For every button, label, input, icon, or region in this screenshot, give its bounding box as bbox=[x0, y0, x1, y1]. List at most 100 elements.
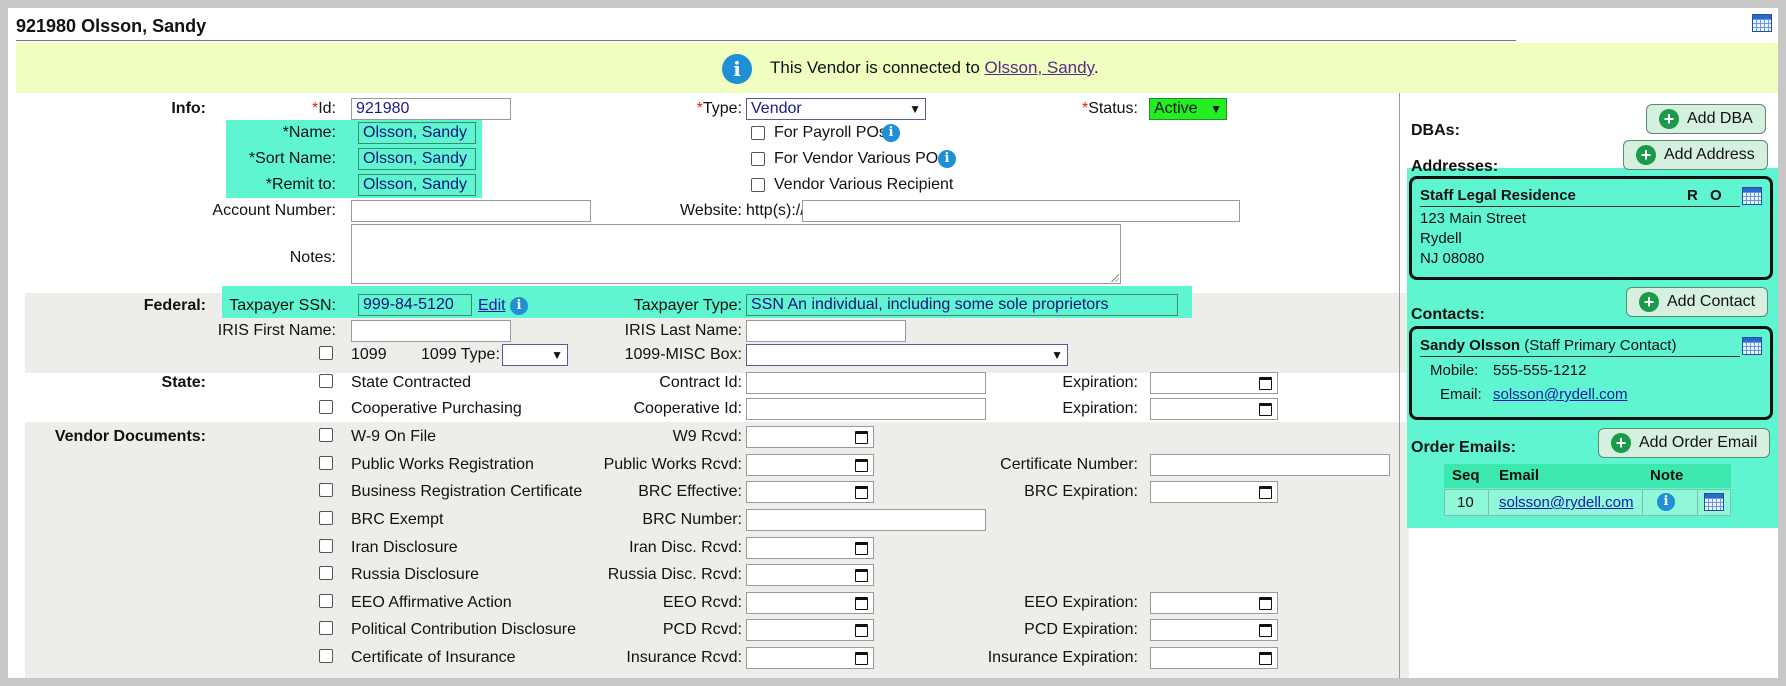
calendar-icon[interactable] bbox=[1259, 652, 1272, 665]
calendar-icon[interactable] bbox=[855, 597, 868, 610]
table-row[interactable]: 10 solsson@rydell.com i bbox=[1444, 489, 1731, 516]
info-icon[interactable]: i bbox=[882, 124, 900, 142]
vendor-various-recipient-checkbox[interactable] bbox=[751, 178, 765, 192]
for-vendor-various-checkbox[interactable] bbox=[751, 152, 765, 166]
contact-email-link[interactable]: solsson@rydell.com bbox=[1493, 385, 1627, 405]
type-select[interactable]: Vendor ▼ bbox=[746, 98, 926, 120]
taxpayer-ssn-input[interactable]: 999-84-5120 bbox=[358, 294, 472, 316]
calendar-icon[interactable] bbox=[1259, 624, 1272, 637]
name-input[interactable]: Olsson, Sandy bbox=[358, 122, 476, 144]
website-input[interactable] bbox=[802, 200, 1240, 222]
doc-checkbox[interactable] bbox=[319, 456, 333, 470]
doc-checkbox[interactable] bbox=[319, 511, 333, 525]
doc-checkbox[interactable] bbox=[319, 483, 333, 497]
calendar-icon[interactable] bbox=[1742, 187, 1762, 205]
calendar-icon[interactable] bbox=[855, 459, 868, 472]
remit-to-label: *Remit to: bbox=[265, 176, 336, 193]
doc-date-input[interactable] bbox=[746, 619, 874, 641]
calendar-icon[interactable] bbox=[855, 652, 868, 665]
account-number-input[interactable] bbox=[351, 200, 591, 222]
1099-checkbox[interactable] bbox=[319, 346, 333, 360]
pcd-expiration-label: PCD Expiration: bbox=[1024, 621, 1138, 638]
doc-date-input[interactable] bbox=[746, 481, 874, 503]
iris-first-input[interactable] bbox=[351, 320, 511, 342]
1099-type-select[interactable]: ▼ bbox=[502, 344, 568, 366]
insurance-expiration-label: Insurance Expiration: bbox=[987, 649, 1138, 666]
order-email-link[interactable]: solsson@rydell.com bbox=[1499, 493, 1633, 513]
address-title: Staff Legal Residence bbox=[1420, 187, 1576, 204]
doc-checkbox[interactable] bbox=[319, 566, 333, 580]
calendar-icon[interactable] bbox=[1259, 377, 1272, 390]
for-payroll-checkbox[interactable] bbox=[751, 126, 765, 140]
certificate-number-input[interactable] bbox=[1150, 454, 1390, 476]
doc-label: BRC Exempt bbox=[351, 511, 444, 528]
info-icon[interactable]: i bbox=[1657, 493, 1675, 511]
calendar-icon[interactable] bbox=[855, 624, 868, 637]
calendar-icon[interactable] bbox=[1704, 493, 1724, 511]
contact-divider bbox=[1420, 356, 1740, 357]
sort-name-input[interactable]: Olsson, Sandy bbox=[358, 148, 476, 170]
doc-label: Public Works Registration bbox=[351, 456, 534, 473]
address-card[interactable]: Staff Legal Residence R O 123 Main Stree… bbox=[1409, 176, 1773, 280]
contact-name: Sandy Olsson (Staff Primary Contact) bbox=[1420, 337, 1677, 354]
doc-date-input[interactable] bbox=[746, 592, 874, 614]
add-address-button[interactable]: + Add Address bbox=[1623, 140, 1768, 170]
calendar-icon[interactable] bbox=[1752, 14, 1772, 32]
email-label: Email: bbox=[1440, 386, 1482, 403]
calendar-icon[interactable] bbox=[855, 569, 868, 582]
doc-date-input[interactable] bbox=[746, 647, 874, 669]
calendar-icon[interactable] bbox=[855, 486, 868, 499]
remit-to-input[interactable]: Olsson, Sandy bbox=[358, 174, 476, 196]
type-label: *Type: bbox=[696, 100, 742, 117]
insurance-expiration-date[interactable] bbox=[1150, 647, 1278, 669]
contract-id-input[interactable] bbox=[746, 372, 986, 394]
info-icon: i bbox=[722, 54, 752, 84]
cooperative-expiration-date[interactable] bbox=[1150, 398, 1278, 420]
info-icon[interactable]: i bbox=[938, 150, 956, 168]
contract-expiration-date[interactable] bbox=[1150, 372, 1278, 394]
taxpayer-type-input[interactable]: SSN An individual, including some sole p… bbox=[746, 294, 1178, 316]
state-contracted-checkbox[interactable] bbox=[319, 374, 333, 388]
info-icon[interactable]: i bbox=[510, 297, 528, 315]
doc-checkbox[interactable] bbox=[319, 539, 333, 553]
doc-label: Business Registration Certificate bbox=[351, 483, 583, 500]
calendar-icon[interactable] bbox=[855, 431, 868, 444]
status-label: *Status: bbox=[1081, 100, 1138, 117]
id-label: *Id: bbox=[311, 100, 336, 117]
doc-checkbox[interactable] bbox=[319, 428, 333, 442]
contract-id-label: Contract Id: bbox=[659, 374, 742, 391]
connected-person-link[interactable]: Olsson, Sandy bbox=[985, 58, 1094, 77]
cooperative-purchasing-checkbox[interactable] bbox=[319, 400, 333, 414]
eeo-expiration-date[interactable] bbox=[1150, 592, 1278, 614]
calendar-icon[interactable] bbox=[855, 542, 868, 555]
calendar-icon[interactable] bbox=[1259, 597, 1272, 610]
notes-textarea[interactable] bbox=[351, 224, 1121, 284]
calendar-icon[interactable] bbox=[1742, 337, 1762, 355]
taxpayer-ssn-label: Taxpayer SSN: bbox=[229, 297, 336, 314]
contact-card[interactable]: Sandy Olsson (Staff Primary Contact) Mob… bbox=[1409, 326, 1773, 420]
add-dba-button[interactable]: + Add DBA bbox=[1646, 104, 1766, 134]
doc-date-input[interactable] bbox=[746, 426, 874, 448]
brc-expiration-date[interactable] bbox=[1150, 481, 1278, 503]
doc-date-input[interactable] bbox=[746, 564, 874, 586]
doc-checkbox[interactable] bbox=[319, 649, 333, 663]
banner-text: This Vendor is connected to Olsson, Sand… bbox=[770, 58, 1099, 77]
calendar-icon[interactable] bbox=[1259, 403, 1272, 416]
doc-checkbox[interactable] bbox=[319, 621, 333, 635]
id-input[interactable]: 921980 bbox=[351, 98, 511, 120]
doc-date-input[interactable] bbox=[746, 537, 874, 559]
cooperative-id-input[interactable] bbox=[746, 398, 986, 420]
add-contact-button[interactable]: + Add Contact bbox=[1626, 287, 1769, 317]
pcd-expiration-date[interactable] bbox=[1150, 619, 1278, 641]
add-order-email-button[interactable]: + Add Order Email bbox=[1598, 428, 1771, 458]
status-select[interactable]: Active ▼ bbox=[1149, 98, 1227, 120]
doc-label: EEO Affirmative Action bbox=[351, 594, 512, 611]
brc-number-input[interactable] bbox=[746, 509, 986, 531]
eeo-expiration-label: EEO Expiration: bbox=[1024, 594, 1138, 611]
calendar-icon[interactable] bbox=[1259, 486, 1272, 499]
iris-last-input[interactable] bbox=[746, 320, 906, 342]
edit-ssn-link[interactable]: Edit bbox=[478, 296, 506, 316]
doc-checkbox[interactable] bbox=[319, 594, 333, 608]
misc-box-select[interactable]: ▼ bbox=[746, 344, 1068, 366]
doc-date-input[interactable] bbox=[746, 454, 874, 476]
